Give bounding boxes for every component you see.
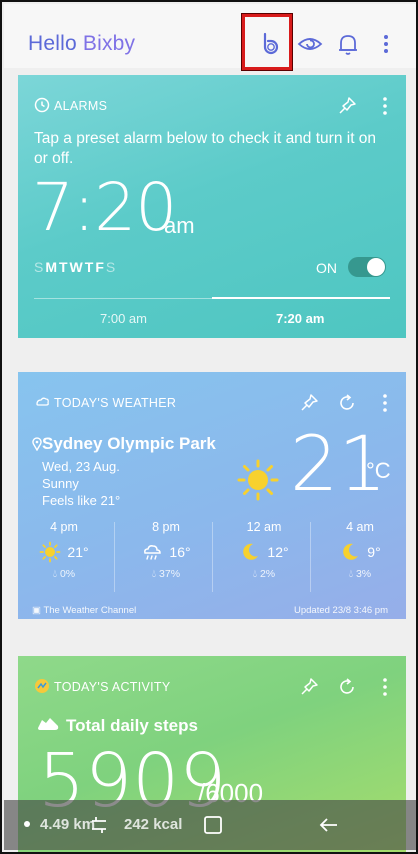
alarm-description: Tap a preset alarm below to check it and… <box>34 130 377 167</box>
weather-provider-name: The Weather Channel <box>43 605 137 616</box>
app-header: Hello Bixby <box>4 4 416 68</box>
forecast-rain: 💧︎ 37% <box>151 568 181 580</box>
weather-condition: Sunny <box>42 476 79 491</box>
steps-label: Total daily steps <box>66 716 198 735</box>
back-icon[interactable] <box>316 812 342 838</box>
weekdays: MTWTF <box>45 259 106 275</box>
highlight-box <box>242 14 292 70</box>
activity-calories: 242 kcal <box>124 816 183 833</box>
forecast-temp: 16° <box>169 544 191 560</box>
brand-title-part1: Hello <box>28 32 83 55</box>
alarm-toggle-label: ON <box>316 260 337 276</box>
shoe-icon <box>36 714 60 734</box>
sun-icon <box>236 458 280 502</box>
forecast-rain: 💧︎ 0% <box>52 568 76 580</box>
forecast-rain-value: 3% <box>355 568 372 580</box>
forecast-time: 12 am <box>246 520 282 534</box>
nav-indicator-dot <box>24 821 30 827</box>
day-saturday: S <box>105 259 118 275</box>
forecast-divider <box>114 522 115 592</box>
rain-cloud-icon <box>144 545 162 560</box>
refresh-icon[interactable] <box>336 392 358 414</box>
moon-icon <box>243 543 259 560</box>
weather-date: Wed, 23 Aug. <box>42 459 120 474</box>
activity-icon <box>34 678 50 694</box>
alarm-ampm: am <box>164 213 195 238</box>
weather-provider[interactable]: ▣ The Weather Channel <box>32 605 136 616</box>
forecast-item: 4 pm 21° 💧︎ 0% <box>18 520 110 602</box>
moon-icon <box>343 543 359 560</box>
forecast-temp: 9° <box>367 544 381 560</box>
forecast-rain-value: 0% <box>59 568 76 580</box>
forecast-item: 12 am 12° 💧︎ 2% <box>218 520 310 602</box>
preset-divider <box>34 297 390 299</box>
forecast-temp: 21° <box>67 544 89 560</box>
home-icon[interactable] <box>200 812 226 838</box>
more-vertical-icon[interactable] <box>374 676 396 698</box>
forecast-divider <box>310 522 311 592</box>
activity-title: TODAY'S ACTIVITY <box>54 680 171 694</box>
forecast-rain-value: 37% <box>159 568 181 580</box>
forecast-item: 8 pm 16° 💧︎ 37% <box>120 520 212 602</box>
day-sunday-start: S <box>34 259 46 275</box>
more-vertical-icon[interactable] <box>372 30 400 58</box>
toggle-knob <box>367 258 385 276</box>
forecast-temp: 12° <box>267 544 289 560</box>
weather-updated: Updated 23/8 3:46 pm <box>293 605 388 616</box>
eye-icon[interactable] <box>296 30 324 58</box>
more-vertical-icon[interactable] <box>374 392 396 414</box>
location-pin-icon <box>32 437 42 452</box>
forecast-time: 4 am <box>346 520 374 534</box>
forecast-time: 8 pm <box>152 520 180 534</box>
forecast-rain: 💧︎ 3% <box>348 568 372 580</box>
brand-title-part2: Bixby <box>82 32 136 55</box>
more-vertical-icon[interactable] <box>374 95 396 117</box>
pin-icon[interactable] <box>298 392 320 414</box>
alarm-clock-icon <box>34 97 50 113</box>
weather-feels-like: Feels like 21° <box>42 493 121 508</box>
refresh-icon[interactable] <box>336 676 358 698</box>
forecast-divider <box>212 522 213 592</box>
temperature-unit: °C <box>366 458 391 483</box>
alarms-title: ALARMS <box>54 99 108 113</box>
weather-icon <box>34 394 50 410</box>
recents-icon[interactable] <box>86 812 112 838</box>
forecast-time: 4 pm <box>50 520 78 534</box>
weather-card[interactable]: TODAY'S WEATHER Sydney Olympic Park Wed,… <box>18 372 406 619</box>
forecast-rain-value: 2% <box>259 568 276 580</box>
weather-title: TODAY'S WEATHER <box>54 396 177 410</box>
bell-icon[interactable] <box>334 30 362 58</box>
preset-selected-indicator <box>212 297 390 299</box>
screen: Hello Bixby ALARMS Tap a preset alarm be… <box>0 0 418 854</box>
pin-icon[interactable] <box>336 95 358 117</box>
alarms-card[interactable]: ALARMS Tap a preset alarm below to check… <box>18 75 406 338</box>
preset-alarm-1[interactable]: 7:00 am <box>100 311 147 326</box>
preset-alarm-2[interactable]: 7:20 am <box>276 311 324 326</box>
sun-icon <box>40 541 61 563</box>
forecast-item: 4 am 9° 💧︎ 3% <box>314 520 406 602</box>
navigation-bar: 4.49 km 242 kcal <box>4 800 416 850</box>
alarm-toggle[interactable] <box>348 257 386 277</box>
alarm-time: 7:20 <box>32 169 177 246</box>
weather-location: Sydney Olympic Park <box>42 434 216 453</box>
pin-icon[interactable] <box>298 676 320 698</box>
alarm-days: SMTWTFS <box>34 259 117 275</box>
brand-title: Hello Bixby <box>28 32 135 56</box>
forecast-rain: 💧︎ 2% <box>252 568 276 580</box>
